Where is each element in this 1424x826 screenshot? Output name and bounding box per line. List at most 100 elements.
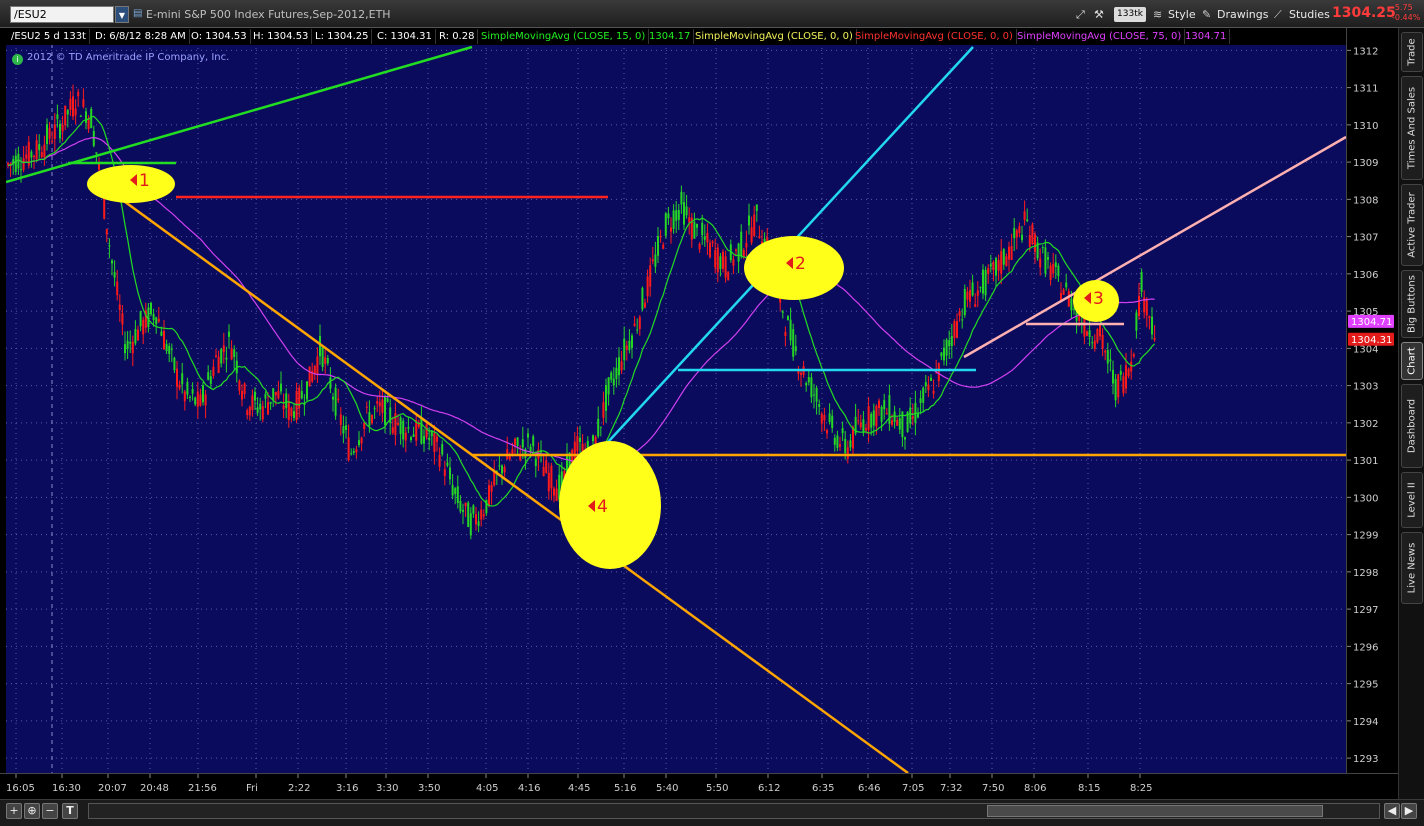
settings-wrench-icon[interactable]: ⚒: [1094, 6, 1104, 23]
candle-body: [576, 436, 579, 452]
candle-body: [43, 144, 46, 158]
tab-dashboard[interactable]: Dashboard: [1401, 384, 1423, 468]
candle-body: [597, 418, 600, 437]
candle-body: [178, 384, 181, 389]
candle-body: [131, 341, 134, 354]
candle-body: [30, 151, 33, 158]
candle-body: [410, 437, 412, 441]
candle-body: [173, 357, 176, 371]
chart-info-strip: /ESU2 5 d 133t D: 6/8/12 8:28 AM O: 1304.5…: [6, 28, 1346, 45]
tab-active-trader[interactable]: Active Trader: [1401, 184, 1423, 266]
candle-body: [607, 377, 610, 395]
candle-body: [53, 124, 56, 140]
tab-big-buttons[interactable]: Big Buttons: [1401, 270, 1423, 338]
chart-plot-area[interactable]: 1 2 3 4: [6, 28, 1346, 773]
symbol-dropdown-icon[interactable]: ▼: [115, 6, 129, 23]
price-axis[interactable]: 1312 1311 1310 1309 1308 1307 1306 1305 1304 1303…: [1346, 28, 1398, 773]
price-axis-labels: 1312131113101309130813071306130513041303…: [1347, 46, 1394, 765]
candle-body: [833, 437, 836, 445]
studies-button[interactable]: ⟋ Studies: [1274, 6, 1330, 23]
candle-body: [1067, 291, 1070, 307]
candle-body: [963, 288, 966, 316]
tab-times-and-sales[interactable]: Times And Sales: [1401, 76, 1423, 180]
aggregation-badge[interactable]: 133tk: [1114, 7, 1146, 22]
candle-body: [285, 393, 288, 408]
candle-body: [1062, 289, 1065, 295]
candle-body: [514, 438, 516, 446]
candle-body: [1005, 256, 1008, 266]
candle-body: [742, 250, 745, 258]
candle-body: [688, 217, 691, 223]
candle-body: [355, 449, 358, 453]
candle-body: [199, 394, 202, 406]
candle-body: [202, 385, 204, 403]
candle-body: [849, 440, 852, 448]
time-tick-label: 4:05: [476, 783, 498, 794]
header-cell: 1304.17: [646, 29, 695, 44]
candle-body: [896, 420, 899, 426]
candle-body: [1026, 219, 1029, 222]
candle-body: [599, 426, 602, 428]
tab-trade[interactable]: Trade: [1401, 32, 1423, 72]
annotation-ellipse: [744, 236, 844, 300]
tab-label: Trade: [1406, 38, 1418, 66]
price-tick-label: 1306: [1353, 270, 1378, 281]
candle-body: [274, 391, 277, 396]
info-icon[interactable]: i: [12, 54, 23, 65]
tab-level-ii[interactable]: Level II: [1401, 472, 1423, 528]
scroll-left-icon[interactable]: ◀: [1384, 803, 1400, 819]
text-tool-icon[interactable]: T: [62, 803, 78, 819]
candle-body: [898, 418, 901, 430]
candle-body: [217, 356, 220, 374]
candle-body: [1041, 247, 1044, 249]
candle-body: [181, 373, 184, 385]
style-button[interactable]: ≋ Style: [1153, 6, 1196, 23]
candle-body: [207, 372, 210, 380]
candle-body: [482, 514, 485, 517]
candle-body: [267, 402, 269, 415]
candle-body: [241, 390, 243, 400]
expand-icon[interactable]: ⤢: [1076, 6, 1085, 23]
zoom-in-icon[interactable]: +: [6, 803, 22, 819]
candle-body: [269, 401, 272, 405]
price-tick-label: 1293: [1353, 754, 1378, 765]
time-axis[interactable]: 16:05 16:30 20:07 20:48 21:56 Fri 2:22 3:16 3:30…: [0, 773, 1398, 799]
tab-live-news[interactable]: Live News: [1401, 532, 1423, 604]
chart-scrollbar[interactable]: [88, 803, 1380, 819]
candle-body: [373, 408, 376, 410]
candle-body: [950, 335, 953, 347]
candle-body: [1138, 295, 1140, 317]
candle-body: [1023, 211, 1026, 220]
candle-body: [618, 357, 620, 376]
candle-body: [108, 245, 111, 247]
symbol-input[interactable]: /ESU2: [10, 6, 114, 23]
price-tick-label: 1309: [1353, 158, 1378, 169]
zoom-out-icon[interactable]: −: [42, 803, 58, 819]
candle-body: [735, 249, 737, 251]
candle-body: [233, 349, 236, 357]
zoom-magnifier-icon[interactable]: ⊕: [24, 803, 40, 819]
scrollbar-thumb[interactable]: [987, 805, 1323, 817]
candle-body: [628, 340, 631, 351]
chart-navigation-bar: + ⊕ − T ◀ ▶: [0, 799, 1424, 826]
header-cell: O: 1304.53: [188, 29, 251, 44]
candle-body: [308, 366, 311, 387]
candle-body: [251, 395, 254, 410]
tab-chart[interactable]: Chart: [1401, 342, 1423, 380]
time-tick-label: 8:06: [1024, 783, 1046, 794]
annotation-number: 2: [795, 254, 806, 274]
candle-body: [883, 400, 886, 410]
candle-body: [1049, 265, 1052, 281]
candle-body: [329, 377, 332, 389]
candle-body: [1151, 316, 1153, 335]
candle-body: [579, 437, 581, 442]
candle-body: [1065, 282, 1068, 288]
candle-body: [459, 500, 462, 512]
price-chart[interactable]: 1 2 3 4: [6, 28, 1346, 773]
scroll-right-icon[interactable]: ▶: [1401, 803, 1417, 819]
candle-body: [623, 338, 626, 361]
candle-body: [1000, 251, 1003, 274]
candle-body: [651, 259, 654, 262]
candle-body: [277, 390, 280, 399]
drawings-button[interactable]: ✎ Drawings: [1202, 6, 1268, 23]
